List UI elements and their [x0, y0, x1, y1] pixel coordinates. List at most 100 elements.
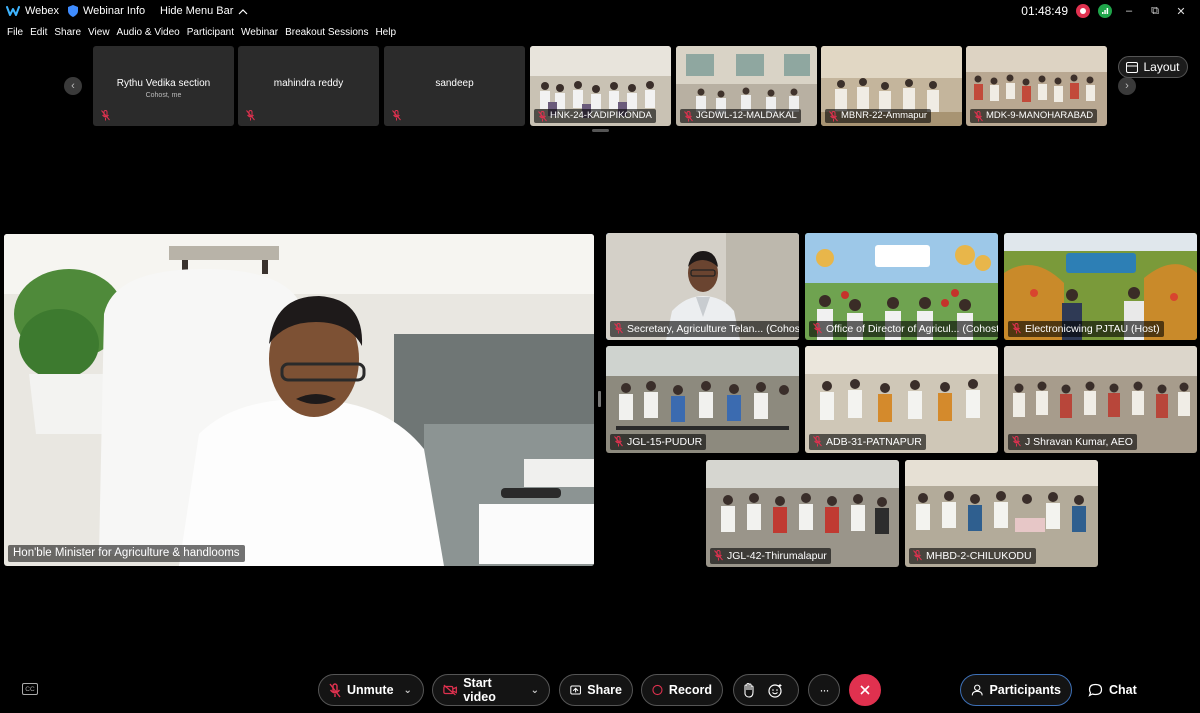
participant-name: sandeep	[435, 78, 474, 89]
participant-tile[interactable]: Rythu Vedika section Cohost, me	[93, 46, 234, 126]
participant-name: Secretary, Agriculture Telan... (Cohost)	[627, 323, 799, 335]
main-speaker-video[interactable]: Hon'ble Minister for Agriculture & handl…	[4, 234, 594, 566]
record-icon	[652, 684, 663, 696]
participant-tile[interactable]: sandeep	[384, 46, 525, 126]
restore-window-button[interactable]: ⧉	[1146, 3, 1164, 19]
chevron-down-icon[interactable]: ⌄	[531, 685, 539, 696]
participant-name: MDK-9-MANOHARABAD	[986, 110, 1094, 121]
participant-name: HNK-24-KADIPIKONDA	[550, 110, 652, 121]
participant-label: JGDWL-12-MALDAKAL	[680, 109, 801, 123]
share-button[interactable]: Share	[559, 674, 633, 706]
mic-muted-icon	[913, 550, 922, 561]
video-off-icon	[443, 684, 457, 696]
main-speaker-label: Hon'ble Minister for Agriculture & handl…	[8, 545, 245, 562]
participant-video-tile[interactable]: Office of Director of Agricul... (Cohost…	[805, 233, 998, 340]
mic-muted-icon	[246, 110, 255, 121]
menu-view[interactable]: View	[88, 27, 110, 43]
chevron-down-icon[interactable]: ⌄	[404, 685, 412, 696]
participant-video-tile[interactable]: ADB-31-PATNAPUR	[805, 346, 998, 453]
mic-muted-icon	[101, 110, 110, 121]
leave-webinar-button[interactable]	[849, 674, 881, 706]
participant-video-tile[interactable]: JGDWL-12-MALDAKAL	[676, 46, 817, 126]
mic-muted-icon	[392, 110, 401, 121]
participant-name: Electronicwing PJTAU (Host)	[1025, 323, 1160, 335]
mic-muted-icon	[829, 111, 838, 122]
webinar-info-label: Webinar Info	[83, 5, 146, 17]
menu-edit[interactable]: Edit	[30, 27, 47, 43]
filmstrip-prev-button[interactable]: ‹	[64, 77, 82, 95]
participant-video-tile[interactable]: J Shravan Kumar, AEO	[1004, 346, 1197, 453]
participant-video-tile[interactable]: Electronicwing PJTAU (Host)	[1004, 233, 1197, 340]
participant-tile[interactable]: mahindra reddy	[238, 46, 379, 126]
more-options-button[interactable]: ···	[808, 674, 840, 706]
mic-muted-icon	[614, 323, 623, 334]
share-screen-icon	[570, 685, 581, 695]
record-label: Record	[668, 683, 712, 697]
mic-muted-icon	[1012, 323, 1021, 334]
title-bar-right: 01:48:49 – ⧉ ✕	[1021, 3, 1190, 19]
close-icon	[860, 685, 870, 695]
participant-label: HNK-24-KADIPIKONDA	[534, 109, 656, 123]
network-health-icon[interactable]	[1098, 4, 1112, 18]
layout-label: Layout	[1143, 60, 1180, 74]
more-options-icon: ···	[819, 683, 830, 697]
menu-file[interactable]: File	[7, 27, 23, 43]
participant-video-tile[interactable]: MBNR-22-Ammapur	[821, 46, 962, 126]
participant-video-tile[interactable]: MDK-9-MANOHARABAD	[966, 46, 1107, 126]
stage-splitter-handle[interactable]	[598, 391, 601, 407]
mic-muted-icon	[813, 323, 822, 334]
start-video-button[interactable]: Start video ⌄	[432, 674, 550, 706]
participant-video-tile[interactable]: JGL-15-PUDUR	[606, 346, 799, 453]
menu-bar: File Edit Share View Audio & Video Parti…	[0, 27, 396, 43]
participant-name: JGL-15-PUDUR	[627, 436, 703, 448]
layout-button[interactable]: Layout	[1118, 56, 1188, 78]
record-button[interactable]: Record	[641, 674, 723, 706]
app-name: Webex	[25, 5, 60, 17]
participant-role: Cohost, me	[145, 92, 182, 99]
reactions-group	[733, 674, 799, 706]
menu-breakout-sessions[interactable]: Breakout Sessions	[285, 27, 368, 43]
webinar-info-button[interactable]: Webinar Info	[68, 5, 145, 17]
unmute-label: Unmute	[347, 683, 394, 697]
participant-name: ADB-31-PATNAPUR	[826, 436, 922, 448]
participant-name: J Shravan Kumar, AEO	[1025, 436, 1133, 448]
hide-menu-bar-button[interactable]: Hide Menu Bar	[160, 5, 248, 17]
reactions-emoji-icon[interactable]	[768, 683, 783, 698]
raise-hand-icon[interactable]	[742, 682, 756, 698]
shield-icon	[68, 5, 78, 17]
participant-label: Office of Director of Agricul... (Cohost…	[809, 321, 998, 337]
menu-participant[interactable]: Participant	[187, 27, 234, 43]
participant-video-tile[interactable]: JGL-42-Thirumalapur	[706, 460, 899, 567]
webex-logo-icon	[6, 6, 20, 16]
participant-label: MDK-9-MANOHARABAD	[970, 109, 1098, 123]
menu-help[interactable]: Help	[375, 27, 396, 43]
participant-video-tile[interactable]: HNK-24-KADIPIKONDA	[530, 46, 671, 126]
participant-video-tile[interactable]: MHBD-2-CHILUKODU	[905, 460, 1098, 567]
mic-muted-icon	[538, 111, 547, 122]
hide-menu-bar-label: Hide Menu Bar	[160, 5, 234, 17]
participant-video-tile[interactable]: Secretary, Agriculture Telan... (Cohost)	[606, 233, 799, 340]
menu-webinar[interactable]: Webinar	[241, 27, 278, 43]
filmstrip-next-button[interactable]: ›	[1118, 77, 1136, 95]
participants-label: Participants	[989, 683, 1061, 697]
participant-label: MBNR-22-Ammapur	[825, 109, 932, 123]
mic-muted-icon	[974, 111, 983, 122]
participant-label: ADB-31-PATNAPUR	[809, 434, 926, 450]
chat-button[interactable]: Chat	[1088, 678, 1137, 702]
meeting-timer: 01:48:49	[1021, 4, 1068, 18]
minimize-window-button[interactable]: –	[1120, 3, 1138, 19]
participants-button[interactable]: Participants	[960, 674, 1072, 706]
menu-audio-video[interactable]: Audio & Video	[117, 27, 180, 43]
participant-label: Secretary, Agriculture Telan... (Cohost)	[610, 321, 799, 337]
unmute-button[interactable]: Unmute ⌄	[318, 674, 424, 706]
recording-indicator-icon[interactable]	[1076, 4, 1090, 18]
close-window-button[interactable]: ✕	[1172, 3, 1190, 19]
participant-label: J Shravan Kumar, AEO	[1008, 434, 1137, 450]
filmstrip-resize-handle[interactable]	[592, 129, 609, 132]
participant-name: JGL-42-Thirumalapur	[727, 550, 827, 562]
main-video-feed	[4, 234, 594, 566]
closed-captions-button[interactable]: CC	[22, 683, 38, 695]
webex-app-logo: Webex	[6, 5, 59, 17]
menu-share[interactable]: Share	[54, 27, 81, 43]
participant-name: JGDWL-12-MALDAKAL	[696, 110, 797, 121]
